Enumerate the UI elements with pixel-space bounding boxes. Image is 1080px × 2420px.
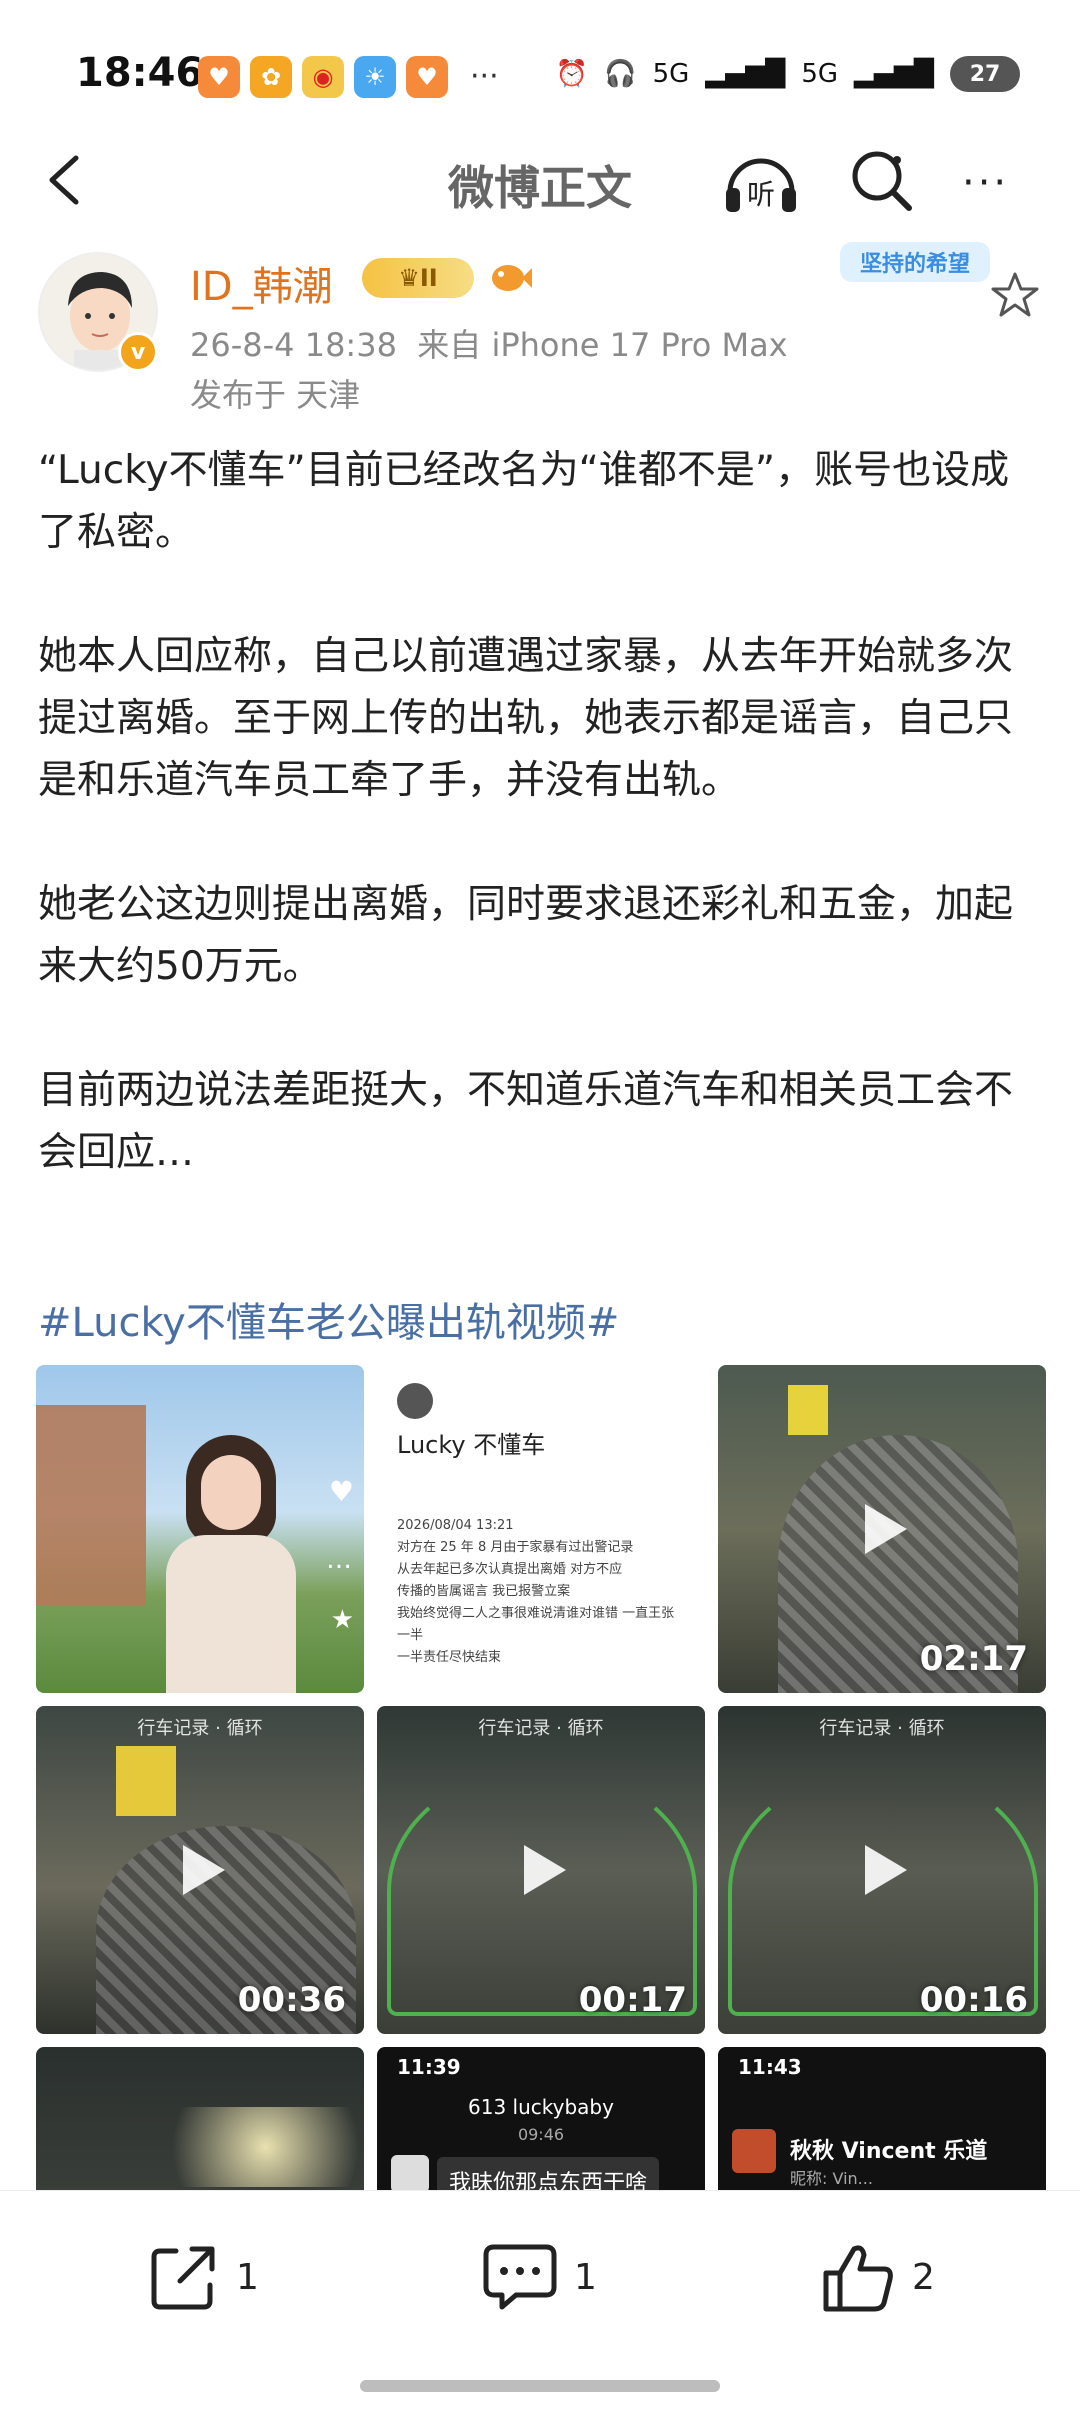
media-video-2[interactable]: 行车记录 · 循环 00:36 [36, 1706, 364, 2034]
play-icon[interactable] [847, 1835, 917, 1905]
notification-icons: ♥ ✿ ◉ ☀ ♥ ··· [198, 56, 499, 98]
clock: 18:46 [76, 50, 204, 96]
play-icon[interactable] [506, 1835, 576, 1905]
signal-2: 5G [801, 59, 839, 89]
heart-app-icon-2: ♥ [406, 56, 448, 98]
timestamp: 26-8-4 18:38 [190, 326, 397, 364]
like-side-icon: ♥ [328, 1475, 354, 1508]
signal-bars-icon: ▂▄▆█ [705, 59, 786, 89]
media-chat-screenshot-1[interactable]: 11:39 613 luckybaby 09:46 我昧你那点东西干啥 [377, 2047, 705, 2190]
media-video-1[interactable]: 02:17 [718, 1365, 1046, 1693]
profile-avatar [397, 1383, 433, 1419]
share-count: 1 [236, 2256, 259, 2298]
heart-app-icon: ♥ [198, 56, 240, 98]
post-body: “Lucky不懂车”目前已经改名为“谁都不是”，账号也设成了私密。 她本人回应称… [38, 440, 1048, 1246]
listen-icon[interactable]: 听 [720, 142, 802, 224]
more-menu-icon[interactable]: ··· [962, 160, 1009, 206]
chat-contact-name: 613 luckybaby [468, 2095, 614, 2119]
weather-app-icon: ☀ [354, 56, 396, 98]
media-chat-screenshot-2[interactable]: 11:43 秋秋 Vincent 乐道 昵称: Vin... [718, 2047, 1046, 2190]
alarm-icon: ⏰ [555, 59, 589, 89]
chat-avatar [732, 2129, 776, 2173]
profile-text: 2026/08/04 13:21 对方在 25 年 8 月由于家暴有过出警记录 … [397, 1515, 687, 1669]
favorite-star-icon[interactable] [990, 270, 1040, 320]
comment-count: 1 [574, 2256, 597, 2298]
video-duration: 00:17 [578, 1980, 687, 2020]
hashtag-link[interactable]: #Lucky不懂车老公曝出轨视频# [38, 1290, 619, 1348]
street-light-shape [36, 2107, 364, 2187]
paragraph: 她本人回应称，自己以前遭遇过家暴，从去年开始就多次提过离婚。至于网上传的出轨，她… [38, 634, 1014, 803]
fish-badge-icon[interactable] [488, 258, 532, 298]
like-button[interactable]: 2 [818, 2239, 935, 2315]
building-shape [36, 1405, 146, 1605]
comment-side-icon: … [326, 1545, 352, 1575]
chat-avatar [391, 2155, 429, 2190]
like-count: 2 [912, 2256, 935, 2298]
more-notifications-icon: ··· [470, 59, 499, 94]
play-icon[interactable] [165, 1835, 235, 1905]
chat-bubble: 我昧你那点东西干啥 [437, 2157, 660, 2190]
video-duration: 02:17 [919, 1639, 1028, 1679]
post-location: 发布于 天津 [190, 376, 361, 414]
dashcam-label: 行车记录 · 循环 [478, 1718, 604, 1739]
paragraph: “Lucky不懂车”目前已经改名为“谁都不是”，账号也设成了私密。 [38, 448, 1010, 555]
listen-label: 听 [747, 178, 775, 211]
signal-bars-icon-2: ▂▄▆█ [854, 59, 934, 89]
weibo-app-icon: ◉ [302, 56, 344, 98]
media-photo-woman[interactable]: ♥ … ★ [36, 1365, 364, 1693]
vip-level-badge[interactable]: ♛ II [362, 258, 474, 298]
chat-subtime: 09:46 [517, 2125, 565, 2144]
share-button[interactable]: 1 [146, 2239, 259, 2315]
media-video-3[interactable]: 行车记录 · 循环 00:17 [377, 1706, 705, 2034]
profile-line: 传播的皆属谣言 我已报警立案 [397, 1584, 571, 1599]
person-shape [788, 1385, 828, 1435]
username[interactable]: ID_韩潮 [190, 254, 333, 312]
profile-name: Lucky 不懂车 [397, 1431, 546, 1459]
media-profile-screenshot[interactable]: Lucky 不懂车 2026/08/04 13:21 对方在 25 年 8 月由… [377, 1365, 705, 1693]
system-icons: ⏰ 🎧 5G ▂▄▆█ 5G ▂▄▆█ 27 [556, 56, 1020, 92]
chat-time: 11:43 [738, 2055, 802, 2079]
comment-button[interactable]: 1 [480, 2239, 597, 2315]
comment-icon [483, 2244, 557, 2310]
media-video-4[interactable]: 行车记录 · 循环 00:16 [718, 1706, 1046, 2034]
post-meta: 26-8-4 18:38 来自 iPhone 17 Pro Max [190, 320, 788, 366]
search-icon[interactable] [845, 144, 919, 218]
profile-line: 我始终觉得二人之事很难说清谁对谁错 一直王张一半 [397, 1606, 675, 1643]
paragraph: 目前两边说法差距挺大，不知道乐道汽车和相关员工会不会回应… [38, 1068, 1014, 1175]
decoration-sticker: 坚持的希望 [840, 242, 990, 282]
source: 来自 iPhone 17 Pro Max [417, 326, 788, 364]
media-grid: ♥ … ★ Lucky 不懂车 2026/08/04 13:21 对方在 25 … [36, 1365, 1046, 2190]
play-icon[interactable] [847, 1494, 917, 1564]
face-shape [201, 1455, 261, 1530]
status-bar: 18:46 ♥ ✿ ◉ ☀ ♥ ··· ⏰ 🎧 5G ▂▄▆█ 5G ▂▄▆█ … [0, 0, 1080, 150]
home-indicator[interactable] [360, 2380, 720, 2392]
signal-1: 5G [652, 59, 690, 89]
thumbs-up-icon [823, 2245, 893, 2312]
taobao-app-icon: ✿ [250, 56, 292, 98]
chat-nickname: 昵称: Vin... [790, 2169, 873, 2188]
top-nav: 微博正文 听 ··· [0, 130, 1080, 240]
body-shape [166, 1535, 296, 1693]
battery-icon: 27 [950, 56, 1020, 92]
headphones-icon: 🎧 [604, 59, 637, 89]
video-duration: 00:16 [919, 1980, 1028, 2020]
profile-line: 一半责任尽快结束 [397, 1650, 502, 1665]
bottom-action-bar: 1 1 2 [0, 2190, 1080, 2360]
chat-contact-name: 秋秋 Vincent 乐道 [790, 2139, 988, 2164]
video-duration: 00:36 [237, 1980, 346, 2020]
profile-line: 2026/08/04 13:21 [397, 1518, 514, 1533]
media-video-5[interactable] [36, 2047, 364, 2190]
dashcam-label: 行车记录 · 循环 [137, 1718, 263, 1739]
profile-line: 对方在 25 年 8 月由于家暴有过出警记录 [397, 1540, 634, 1555]
dashcam-label: 行车记录 · 循环 [819, 1718, 945, 1739]
chat-time: 11:39 [397, 2055, 461, 2079]
level-text: II [419, 264, 438, 292]
paragraph: 她老公这边则提出离婚，同时要求退还彩礼和五金，加起来大约50万元。 [38, 882, 1014, 989]
profile-line: 从去年起已多次认真提出离婚 对方不应 [397, 1562, 623, 1577]
verified-badge-icon: v [118, 332, 158, 372]
person-shape [116, 1746, 176, 1816]
star-side-icon: ★ [330, 1605, 354, 1635]
share-icon [151, 2246, 215, 2310]
